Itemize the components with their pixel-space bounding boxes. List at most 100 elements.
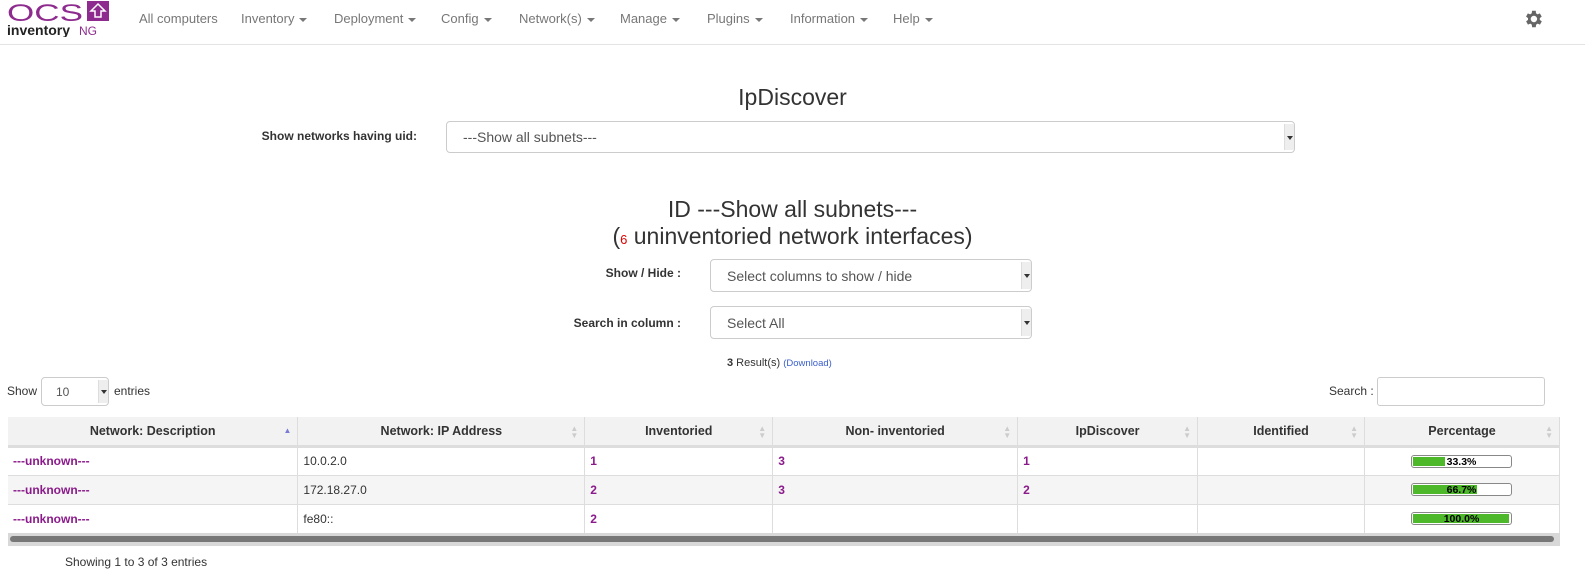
- nav-item-label: Information: [790, 11, 856, 26]
- column-header-label: Inventoried: [645, 423, 713, 438]
- cell-desc[interactable]: ---unknown---: [8, 475, 299, 505]
- show-hide-value: Select columns to show / hide: [727, 267, 913, 284]
- page-length-value: 10: [56, 384, 70, 399]
- caret-down-icon: [299, 17, 308, 22]
- chevron-down-icon: [1021, 309, 1031, 336]
- cell-noninv[interactable]: 3: [772, 475, 1019, 505]
- cell-inv[interactable]: 2: [584, 504, 774, 534]
- show-label: Show: [7, 384, 38, 398]
- column-header-label: Network: IP Address: [380, 423, 503, 438]
- cell-ipd[interactable]: 2: [1017, 475, 1199, 505]
- horizontal-scrollbar[interactable]: [8, 533, 1560, 546]
- chevron-down-icon: [1284, 124, 1294, 150]
- cell-noninv[interactable]: 3: [772, 446, 1019, 476]
- download-link[interactable]: (Download): [783, 358, 832, 369]
- cell-ident: [1197, 504, 1365, 534]
- search-column-value: Select All: [727, 314, 785, 331]
- uid-select[interactable]: ---Show all subnets---: [446, 121, 1295, 153]
- progress-label: 66.7%: [1446, 484, 1477, 496]
- column-header[interactable]: Network: Description ▲: [8, 417, 299, 448]
- column-header-label: Identified: [1253, 423, 1309, 438]
- results-text: Result(s): [733, 357, 784, 369]
- show-hide-select[interactable]: Select columns to show / hide: [710, 259, 1032, 292]
- uninventoried-summary: (6 uninventoried network interfaces): [0, 223, 1585, 250]
- cell-percentage: 100.0%: [1364, 504, 1560, 534]
- progress-bar: 33.3%: [1411, 454, 1512, 468]
- ocs-logo[interactable]: OCS inventory NG: [7, 1, 111, 37]
- results-info: 3 Result(s) (Download): [727, 357, 832, 369]
- column-header[interactable]: IpDiscover ▲ ▼: [1017, 417, 1199, 448]
- nav-item-label: Network(s): [519, 11, 582, 26]
- cell-ipd[interactable]: 1: [1017, 446, 1199, 476]
- uid-label: Show networks having uid:: [261, 129, 417, 143]
- column-header-label: Non- inventoried: [845, 423, 945, 438]
- svg-text:inventory: inventory: [7, 22, 70, 37]
- sort-icon: ▲ ▼: [1545, 424, 1553, 440]
- table-row: ---unknown--- 172.18.27.0 2 3 2 66.7%: [8, 475, 1560, 505]
- chevron-down-icon: [1021, 262, 1031, 289]
- caret-down-icon: [754, 17, 763, 22]
- ipdiscover-table: Network: Description ▲ Network: IP Address…: [8, 417, 1560, 534]
- cell-percentage: 66.7%: [1364, 475, 1560, 505]
- chevron-down-icon: [98, 380, 108, 403]
- show-hide-label: Show / Hide :: [605, 266, 681, 280]
- sort-icon: ▲ ▼: [1003, 424, 1012, 440]
- nav-item-label: Inventory: [241, 11, 295, 26]
- column-header-label: Percentage: [1428, 423, 1496, 438]
- nav-item-all-computers[interactable]: All computers: [139, 11, 218, 26]
- caret-down-icon: [408, 17, 417, 22]
- nav-item-plugins[interactable]: Plugins: [707, 11, 763, 26]
- paren: (: [612, 223, 621, 249]
- cell-desc[interactable]: ---unknown---: [8, 446, 299, 476]
- column-header[interactable]: Network: IP Address ▲ ▼: [297, 417, 586, 448]
- nav-item-label: Plugins: [707, 11, 750, 26]
- sort-asc-icon: ▲: [283, 426, 292, 435]
- sort-icon: ▲ ▼: [1350, 424, 1358, 440]
- search-input[interactable]: [1377, 377, 1545, 406]
- nav-item-information[interactable]: Information: [790, 11, 869, 26]
- nav-item-inventory[interactable]: Inventory: [241, 11, 308, 26]
- column-header[interactable]: Identified ▲ ▼: [1197, 417, 1365, 448]
- column-header[interactable]: Inventoried ▲ ▼: [584, 417, 774, 448]
- sort-icon: ▲ ▼: [570, 424, 579, 440]
- caret-down-icon: [483, 17, 492, 22]
- nav-item-config[interactable]: Config: [441, 11, 492, 26]
- search-label: Search :: [1329, 384, 1374, 398]
- scrollbar-thumb[interactable]: [10, 536, 1554, 542]
- uninventoried-text: uninventoried network interfaces): [627, 223, 973, 249]
- gear-icon[interactable]: [1522, 8, 1544, 30]
- table-info: Showing 1 to 3 of 3 entries: [65, 555, 208, 569]
- search-column-label: Search in column :: [573, 316, 681, 330]
- cell-percentage: 33.3%: [1364, 446, 1560, 476]
- progress-label: 100.0%: [1443, 513, 1480, 525]
- caret-down-icon: [860, 17, 869, 22]
- nav-item-label: Manage: [620, 11, 667, 26]
- nav-item-manage[interactable]: Manage: [620, 11, 680, 26]
- cell-desc[interactable]: ---unknown---: [8, 504, 299, 534]
- nav-item-label: Help: [893, 11, 920, 26]
- page-length-select[interactable]: 10: [41, 377, 109, 406]
- column-header-label: Network: Description: [89, 423, 216, 438]
- caret-down-icon: [586, 17, 595, 22]
- cell-ip: 10.0.2.0: [297, 446, 586, 476]
- nav-item-help[interactable]: Help: [893, 11, 933, 26]
- nav-item-deployment[interactable]: Deployment: [334, 11, 417, 26]
- uid-select-value: ---Show all subnets---: [463, 129, 597, 145]
- nav-item-network-s[interactable]: Network(s): [519, 11, 595, 26]
- table-row: ---unknown--- fe80:: 2 100.0%: [8, 504, 1560, 534]
- search-column-select[interactable]: Select All: [710, 306, 1032, 339]
- sort-icon: ▲ ▼: [1183, 424, 1192, 440]
- sort-icon: ▲ ▼: [758, 424, 767, 440]
- nav-item-label: All computers: [139, 11, 218, 26]
- cell-inv[interactable]: 1: [584, 446, 774, 476]
- cell-inv[interactable]: 2: [584, 475, 774, 505]
- column-header[interactable]: Non- inventoried ▲ ▼: [772, 417, 1019, 448]
- page-title: IpDiscover: [738, 84, 847, 110]
- column-header-label: IpDiscover: [1075, 423, 1140, 438]
- svg-text:NG: NG: [79, 24, 97, 37]
- cell-noninv: [772, 504, 1019, 534]
- column-header[interactable]: Percentage ▲ ▼: [1364, 417, 1560, 448]
- caret-down-icon: [924, 17, 933, 22]
- cell-ident: [1197, 446, 1365, 476]
- cell-ip: fe80::: [297, 504, 586, 534]
